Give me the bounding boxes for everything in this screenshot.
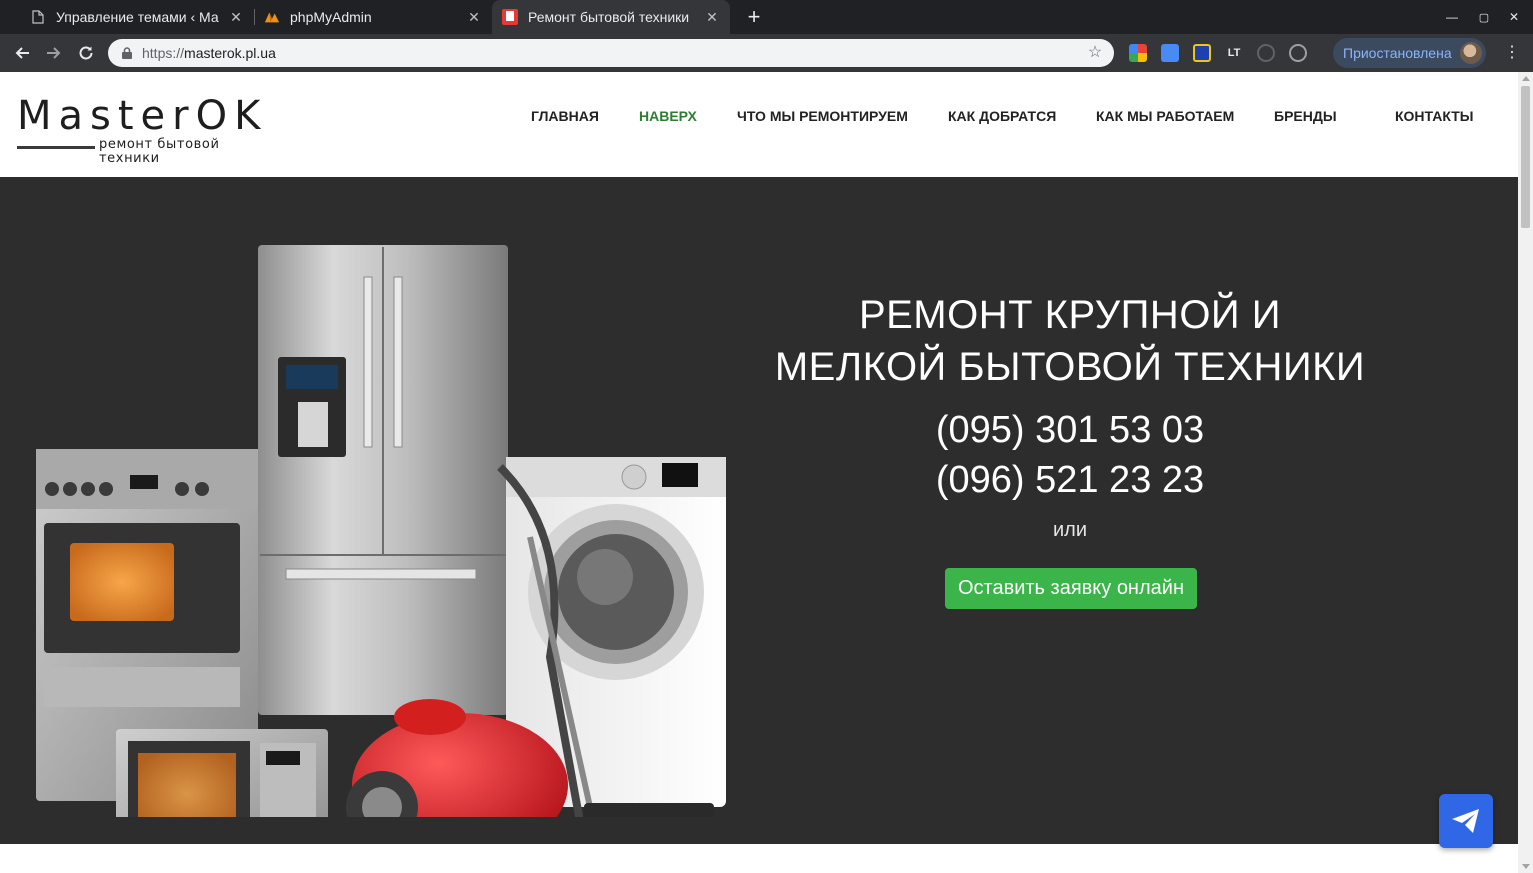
- bookmark-star-icon[interactable]: ☆: [1086, 44, 1104, 62]
- nav-what-we-repair[interactable]: ЧТО МЫ РЕМОНТИРУЕМ: [737, 108, 908, 124]
- close-icon[interactable]: ✕: [466, 9, 482, 25]
- disabled-extension-icon[interactable]: [1257, 44, 1275, 62]
- close-icon[interactable]: ✕: [228, 9, 244, 25]
- hero-section: РЕМОНТ КРУПНОЙ И МЕЛКОЙ БЫТОВОЙ ТЕХНИКИ …: [0, 177, 1518, 844]
- hero-title-line1: РЕМОНТ КРУПНОЙ И: [858, 293, 1282, 337]
- minimize-icon[interactable]: —: [1441, 6, 1463, 28]
- translate-extension-icon[interactable]: [1161, 44, 1179, 62]
- forward-icon[interactable]: [40, 39, 68, 67]
- request-online-button[interactable]: Оставить заявку онлайн: [945, 568, 1197, 609]
- tab-phpmyadmin[interactable]: phpMyAdmin ✕: [254, 0, 492, 34]
- scrollbar-thumb[interactable]: [1521, 86, 1530, 228]
- main-nav: ГЛАВНАЯ НАВЕРХ ЧТО МЫ РЕМОНТИРУЕМ КАК ДО…: [0, 108, 1518, 128]
- nav-home[interactable]: ГЛАВНАЯ: [531, 108, 599, 124]
- telegram-button[interactable]: [1439, 794, 1493, 848]
- or-text: или: [1052, 519, 1087, 541]
- nav-top[interactable]: НАВЕРХ: [639, 108, 697, 124]
- profile-status: Приостановлена: [1343, 45, 1452, 61]
- phpmyadmin-icon: [264, 9, 280, 25]
- lock-icon: [120, 46, 134, 60]
- nav-brands[interactable]: БРЕНДЫ: [1274, 108, 1337, 124]
- address-bar[interactable]: https://masterok.pl.ua ☆: [108, 39, 1114, 67]
- tab-strip: Управление темами ‹ Ма ✕ phpMyAdmin ✕ Ре…: [0, 0, 1533, 34]
- extension-circle-icon[interactable]: [1289, 44, 1307, 62]
- more-menu-icon[interactable]: ⋮: [1502, 42, 1522, 64]
- page-scrollbar[interactable]: [1518, 72, 1533, 873]
- logo-underline: [17, 146, 95, 149]
- close-icon[interactable]: ✕: [704, 9, 720, 25]
- browser-toolbar: https://masterok.pl.ua ☆ LT Приостановле…: [0, 34, 1533, 72]
- scroll-up-icon[interactable]: [1522, 76, 1530, 81]
- new-tab-button[interactable]: +: [742, 4, 766, 30]
- reload-icon[interactable]: [72, 39, 100, 67]
- tab-title: Управление темами ‹ Ма: [56, 9, 219, 25]
- url-text: https://masterok.pl.ua: [142, 45, 276, 61]
- hero-title-line2: МЕЛКОЙ БЫТОВОЙ ТЕХНИКИ: [774, 345, 1366, 389]
- telegram-icon: [1452, 809, 1479, 833]
- tab-themes[interactable]: Управление темами ‹ Ма ✕: [8, 0, 254, 34]
- tab-masterok[interactable]: Ремонт бытовой техники ✕: [492, 0, 730, 34]
- maximize-icon[interactable]: ▢: [1473, 6, 1495, 28]
- extension-colors-icon[interactable]: [1129, 44, 1147, 62]
- lt-extension-icon[interactable]: LT: [1225, 44, 1243, 62]
- logo-tagline: ремонт бытовой техники: [99, 137, 220, 166]
- site-header: MasterOK ремонт бытовой техники ГЛАВНАЯ …: [0, 72, 1518, 177]
- back-icon[interactable]: [8, 39, 36, 67]
- tab-title: Ремонт бытовой техники: [528, 9, 690, 25]
- nav-directions[interactable]: КАК ДОБРАТСЯ: [948, 108, 1056, 124]
- scroll-down-icon[interactable]: [1522, 864, 1530, 869]
- tab-title: phpMyAdmin: [290, 9, 372, 25]
- phone-number-1[interactable]: (095) 301 53 03: [870, 408, 1270, 452]
- profile-button[interactable]: Приостановлена: [1333, 38, 1486, 68]
- avatar: [1459, 42, 1482, 64]
- url-protocol: https://: [142, 45, 185, 61]
- site-icon: [502, 9, 518, 25]
- nav-how-we-work[interactable]: КАК МЫ РАБОТАЕМ: [1096, 108, 1234, 124]
- web-page: MasterOK ремонт бытовой техники ГЛАВНАЯ …: [0, 72, 1518, 873]
- nav-contacts[interactable]: КОНТАКТЫ: [1395, 108, 1473, 124]
- page-icon: [30, 9, 46, 25]
- url-host: masterok.pl.ua: [184, 45, 276, 61]
- hero-title: РЕМОНТ КРУПНОЙ И МЕЛКОЙ БЫТОВОЙ ТЕХНИКИ: [770, 289, 1370, 393]
- extension-icon[interactable]: [1193, 44, 1211, 62]
- window-close-icon[interactable]: ✕: [1503, 6, 1525, 28]
- appliances-image: [36, 245, 726, 817]
- phone-number-2[interactable]: (096) 521 23 23: [870, 458, 1270, 502]
